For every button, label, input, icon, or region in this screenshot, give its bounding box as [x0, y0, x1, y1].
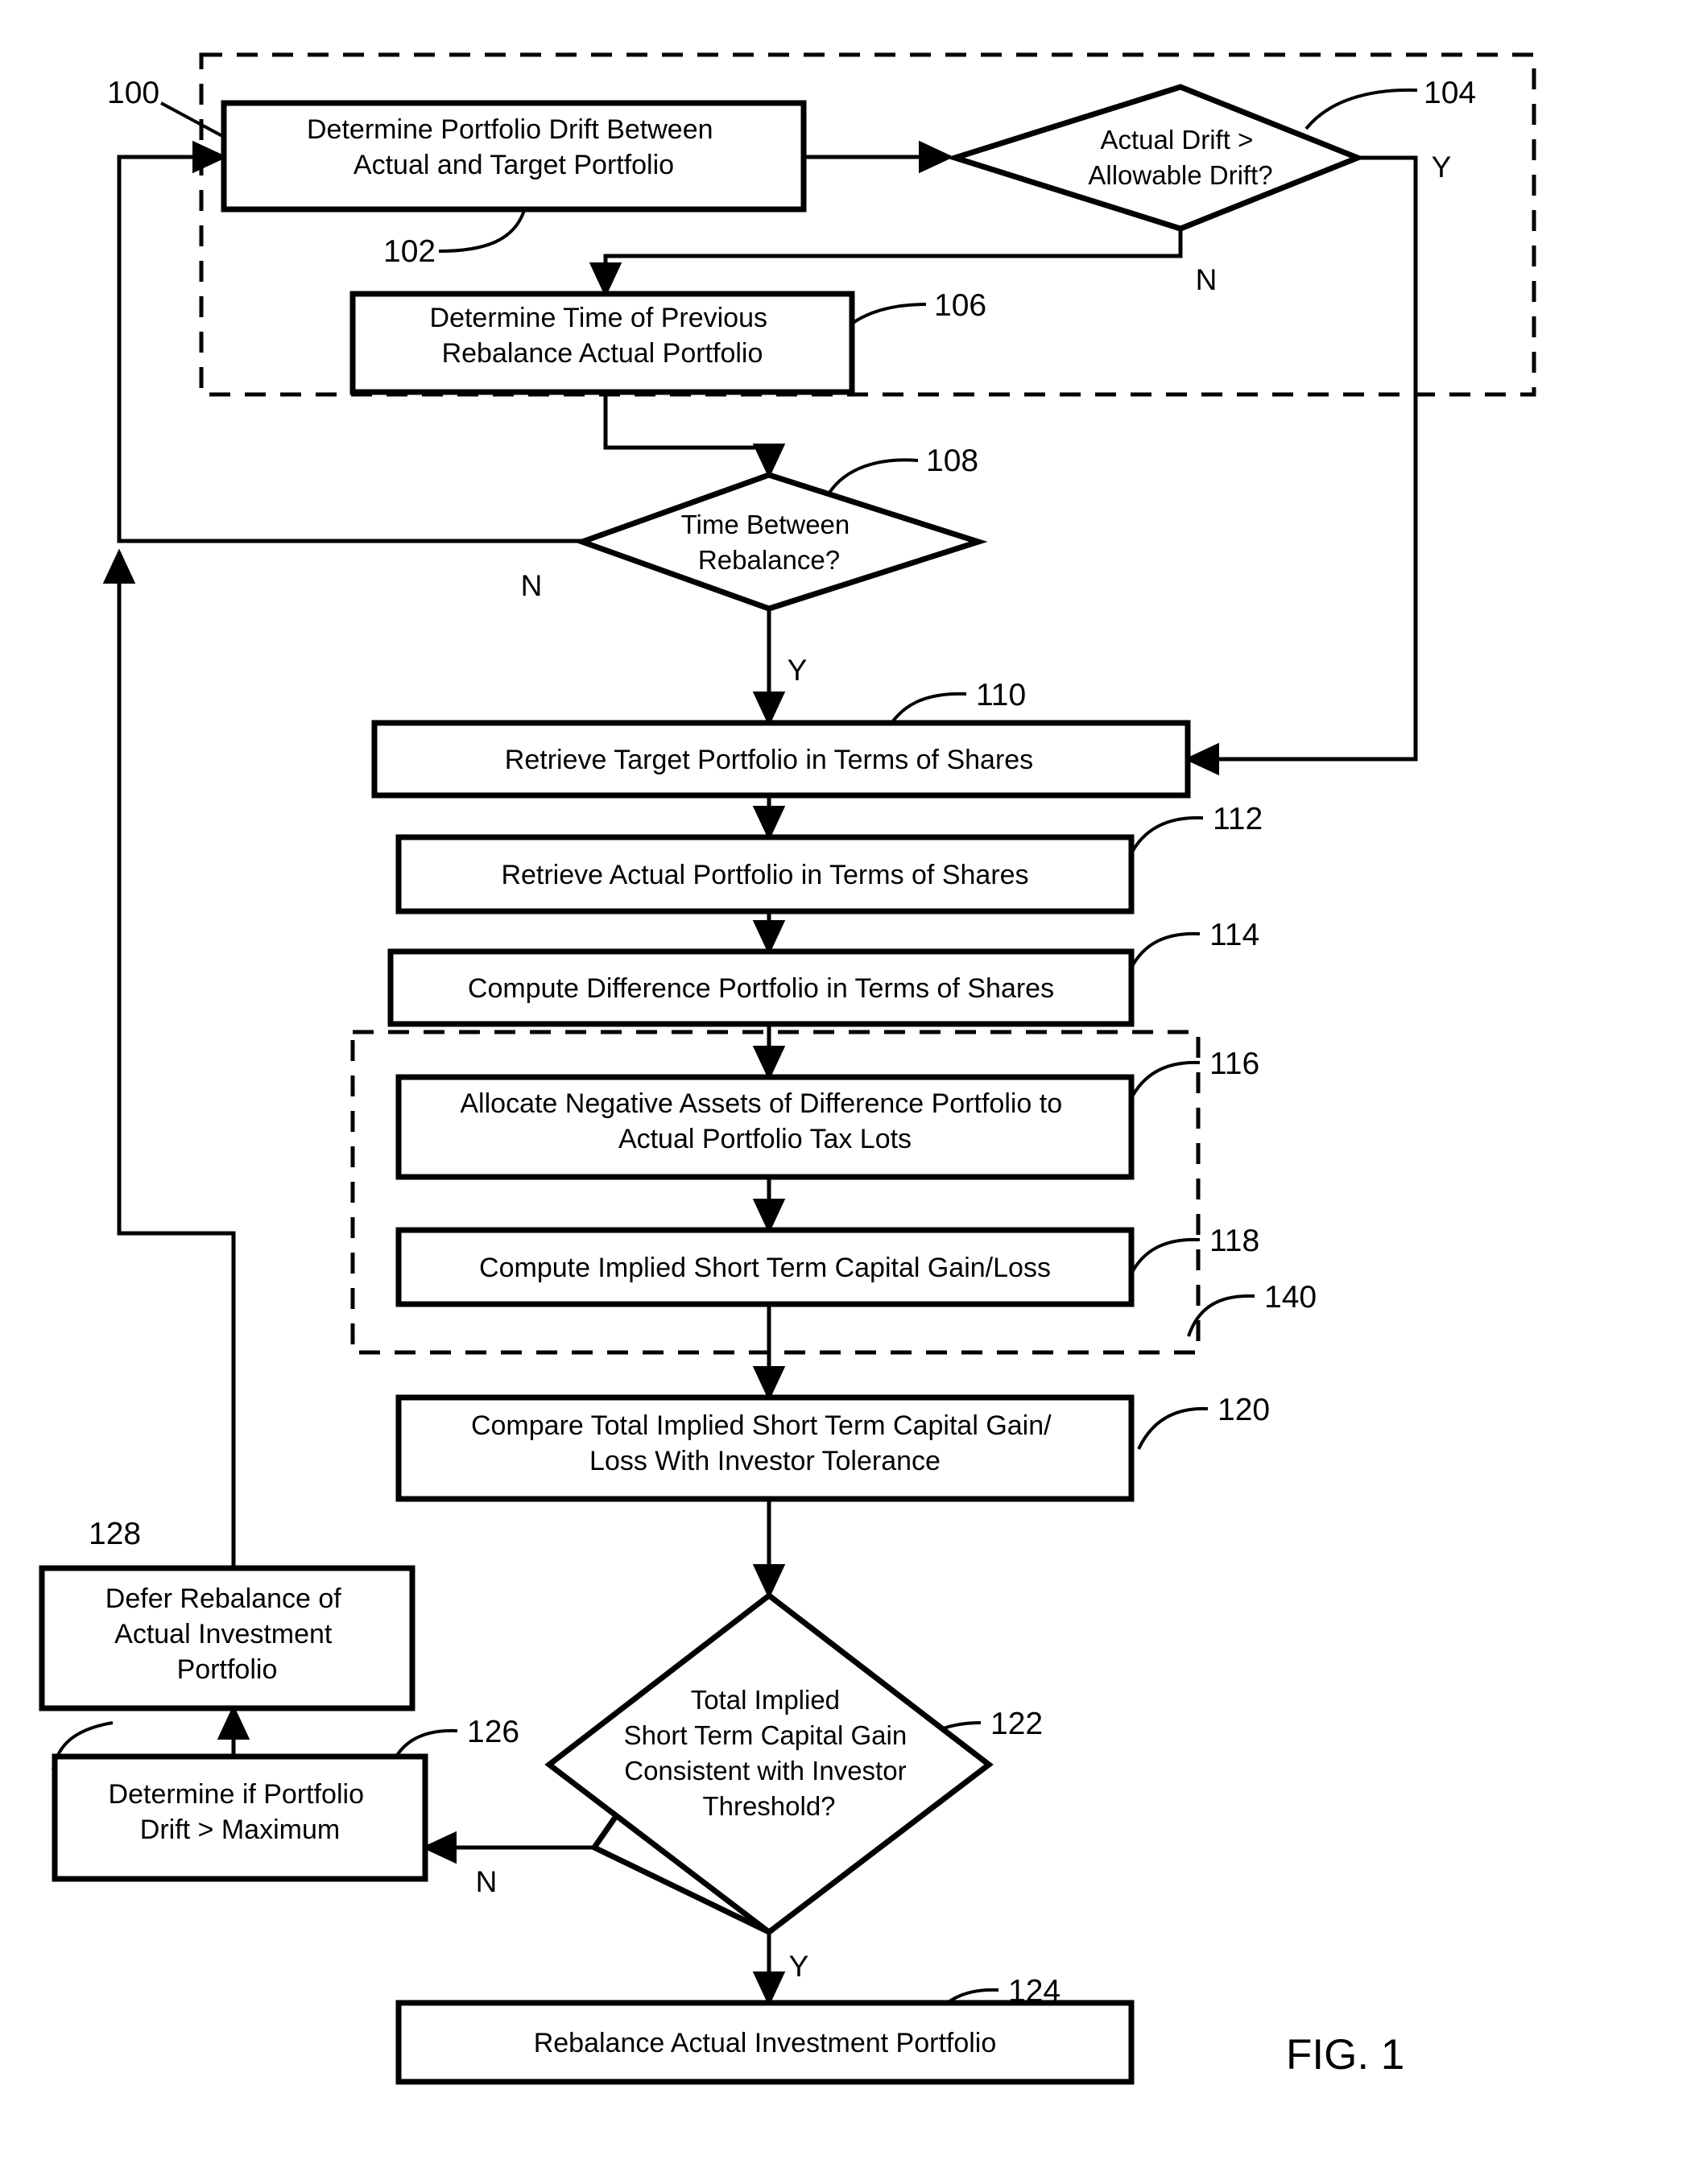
ref-122: 122	[990, 1707, 1043, 1741]
ref-140: 140	[1264, 1280, 1317, 1315]
leader-118	[1129, 1237, 1201, 1276]
ref-128: 128	[89, 1517, 141, 1551]
ref-114: 114	[1209, 918, 1259, 952]
leader-114	[1129, 931, 1201, 970]
ref-116: 116	[1209, 1047, 1259, 1081]
connector-106-to-108	[603, 391, 786, 479]
branch-label-108-N: N	[521, 569, 543, 602]
branch-label-122-N: N	[476, 1865, 498, 1898]
leader-104	[1304, 88, 1418, 130]
connector-104-Y-to-110	[1184, 155, 1418, 776]
node-108-diamond[interactable]	[573, 472, 988, 612]
branch-label-104-N: N	[1196, 263, 1218, 296]
node-104-diamond[interactable]	[945, 84, 1366, 232]
leader-112	[1129, 815, 1204, 856]
ref-118: 118	[1209, 1224, 1259, 1258]
ref-102: 102	[383, 234, 436, 269]
ref-100: 100	[107, 76, 159, 110]
flowchart-svg: Determine Portfolio Drift Between Actual…	[39, 52, 1536, 2085]
ref-126: 126	[467, 1715, 519, 1749]
ref-110: 110	[976, 678, 1026, 712]
node-110-label: Retrieve Target Portfolio in Terms of Sh…	[505, 745, 1033, 775]
node-118-label: Compute Implied Short Term Capital Gain/…	[479, 1253, 1051, 1283]
figure-canvas: Determine Portfolio Drift Between Actual…	[0, 0, 1691, 2184]
ref-120: 120	[1218, 1393, 1270, 1427]
leader-108	[828, 458, 919, 494]
leader-116	[1129, 1060, 1201, 1100]
node-124-label: Rebalance Actual Investment Portfolio	[534, 2028, 997, 2058]
branch-label-104-Y: Y	[1432, 151, 1452, 184]
branch-label-108-Y: Y	[788, 654, 808, 687]
leader-102	[438, 207, 527, 253]
figure-label: FIG. 1	[1286, 2031, 1404, 2079]
node-112-label: Retrieve Actual Portfolio in Terms of Sh…	[501, 860, 1028, 890]
ref-124: 124	[1008, 1974, 1060, 2009]
ref-104: 104	[1424, 76, 1476, 110]
connector-104-N-to-106	[589, 213, 1183, 298]
leader-100	[160, 101, 225, 138]
ref-106: 106	[934, 288, 986, 323]
leader-120	[1137, 1406, 1209, 1450]
connector-128-to-start-rail	[102, 548, 236, 1568]
branch-label-122-Y: Y	[789, 1950, 809, 1983]
ref-112: 112	[1213, 802, 1263, 836]
node-114-label: Compute Difference Portfolio in Terms of…	[468, 973, 1054, 1004]
ref-108: 108	[926, 444, 978, 478]
